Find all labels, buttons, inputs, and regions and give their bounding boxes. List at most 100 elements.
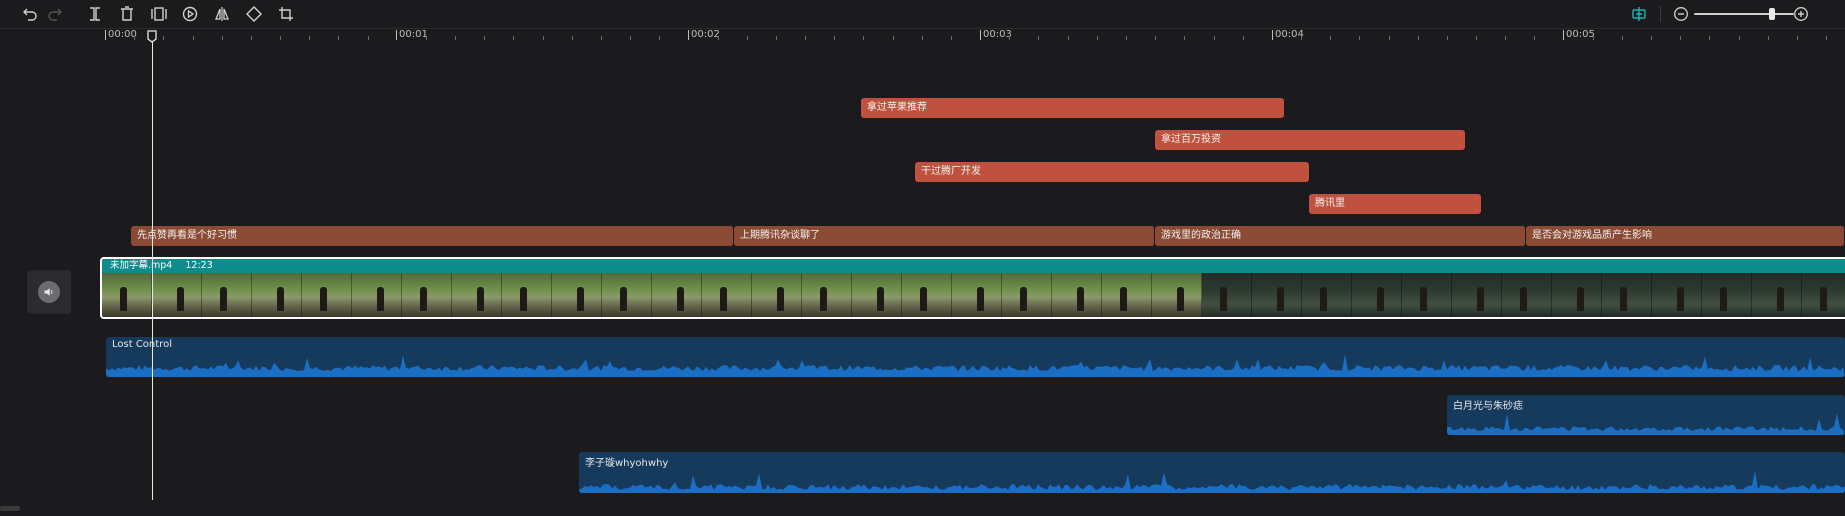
video-thumbnail-frame [902, 273, 952, 317]
audio-clip[interactable]: 白月光与朱砂痣 [1447, 395, 1845, 435]
video-thumbnail-figure [477, 287, 484, 311]
video-thumbnail-figure [320, 287, 327, 311]
ruler-major-tick [1563, 30, 1564, 40]
split-icon [90, 7, 100, 21]
ruler-minor-tick [513, 36, 515, 40]
zoom-slider[interactable] [1694, 8, 1794, 20]
ruler-label: 00:00 [108, 29, 137, 40]
toolbar-divider [1660, 6, 1661, 22]
delete-button[interactable] [117, 4, 137, 24]
ruler-major-tick [105, 30, 106, 40]
ruler-minor-tick [367, 36, 369, 40]
zoom-out-button[interactable] [1671, 4, 1691, 24]
split-button[interactable] [85, 4, 105, 24]
mute-button-circle [38, 281, 60, 303]
video-thumbnail-frame [1152, 273, 1202, 317]
ruler-minor-tick [746, 36, 748, 40]
ruler-minor-tick [1796, 36, 1798, 40]
ruler-minor-tick [1592, 36, 1594, 40]
video-thumbnail-figure [520, 287, 527, 311]
video-thumbnail-frame [552, 273, 602, 317]
play-reverse-icon [182, 6, 198, 22]
video-thumbnail-figure [977, 287, 984, 311]
video-thumbnail-frame [202, 273, 252, 317]
subtitle-clip[interactable]: 先点赞再看是个好习惯 [131, 226, 734, 246]
ruler-minor-tick [1038, 36, 1040, 40]
video-thumbnail-frame [452, 273, 502, 317]
text-clip[interactable]: 腾讯里 [1309, 194, 1481, 214]
ruler-major-tick [396, 30, 397, 40]
video-thumbnail-figure [1177, 287, 1184, 311]
ruler-minor-tick [1680, 36, 1682, 40]
video-thumbnail-frame [1052, 273, 1102, 317]
zoom-in-button[interactable] [1791, 4, 1811, 24]
video-thumbnail-frame [1002, 273, 1052, 317]
subtitle-clip[interactable]: 是否会对游戏品质产生影响 [1526, 226, 1845, 246]
video-thumbnail-frame [302, 273, 352, 317]
video-thumbnail-frame [752, 273, 802, 317]
video-thumbnail-frame [1502, 273, 1552, 317]
horizontal-scrollbar-thumb[interactable] [0, 506, 20, 511]
video-thumbnail-frame [1552, 273, 1602, 317]
subtitle-clip[interactable]: 上期腾讯杂谈聊了 [734, 226, 1155, 246]
ruler-major-tick [688, 30, 689, 40]
video-thumbnail-frame [1302, 273, 1352, 317]
video-thumbnail-figure [1120, 287, 1127, 311]
video-thumbnail-figure [720, 287, 727, 311]
text-clip[interactable]: 拿过百万投资 [1155, 130, 1465, 150]
video-thumbnail-figure [777, 287, 784, 311]
audio-waveform [106, 354, 1845, 377]
horizontal-scrollbar[interactable] [0, 502, 1845, 516]
zoom-in-icon [1794, 7, 1808, 21]
ruler-minor-tick [1826, 36, 1827, 40]
video-thumbnail-figure [577, 287, 584, 311]
ruler-minor-tick [455, 36, 456, 40]
mirror-button[interactable] [212, 4, 232, 24]
crop-button[interactable] [276, 4, 296, 24]
redo-button[interactable] [45, 4, 65, 24]
snap-icon [1632, 7, 1646, 21]
subtitle-clip[interactable]: 游戏里的政治正确 [1155, 226, 1526, 246]
ruler-minor-tick [1301, 36, 1302, 40]
ruler-minor-tick [280, 36, 281, 40]
video-thumbnail-frame [702, 273, 752, 317]
video-thumbnail-frame [502, 273, 552, 317]
ruler-minor-tick [1213, 36, 1215, 40]
zoom-slider-handle[interactable] [1769, 8, 1775, 20]
ruler-label: 00:02 [691, 29, 720, 40]
mute-track-button[interactable] [27, 270, 71, 314]
video-thumbnail-figure [620, 287, 627, 311]
video-thumbnail-figure [677, 287, 684, 311]
ruler-minor-tick [950, 36, 952, 40]
video-thumbnail-figure [220, 287, 227, 311]
ruler-minor-tick [134, 36, 136, 40]
audio-clip[interactable]: 李子璇whyohwhy [579, 452, 1845, 493]
text-clip[interactable]: 拿过苹果推荐 [861, 98, 1284, 118]
video-thumbnail-frame [1352, 273, 1402, 317]
playhead[interactable] [147, 30, 157, 500]
audio-clip-name: Lost Control [112, 339, 172, 350]
video-thumbnail-figure [920, 287, 927, 311]
ruler-minor-tick [630, 36, 632, 40]
freeze-frame-button[interactable] [149, 4, 169, 24]
play-reverse-button[interactable] [180, 4, 200, 24]
video-thumbnail-frame [1652, 273, 1702, 317]
vertical-scrollbar[interactable] [1838, 30, 1844, 500]
snap-toggle[interactable] [1629, 4, 1649, 24]
video-thumbnail-figure [1820, 287, 1827, 311]
video-clip[interactable]: 未加字幕.mp4 12:23 [100, 257, 1845, 319]
ruler-minor-tick [1388, 36, 1390, 40]
ruler-minor-tick [717, 36, 719, 40]
time-ruler[interactable]: 00:00 00:01 00:02 00:03 00:04 00:05 [100, 26, 1845, 44]
video-thumbnail-figure [377, 287, 384, 311]
ruler-minor-tick [1767, 36, 1769, 40]
rotate-button[interactable] [244, 4, 264, 24]
playhead-handle-icon[interactable] [147, 30, 157, 43]
undo-button[interactable] [20, 4, 40, 24]
text-clip[interactable]: 干过腾厂开发 [915, 162, 1309, 182]
ruler-minor-tick [1359, 36, 1361, 40]
ruler-minor-tick [863, 36, 865, 40]
video-thumbnail-figure [820, 287, 827, 311]
video-thumbnail-figure [1420, 287, 1427, 311]
audio-clip[interactable]: Lost Control [106, 337, 1845, 377]
